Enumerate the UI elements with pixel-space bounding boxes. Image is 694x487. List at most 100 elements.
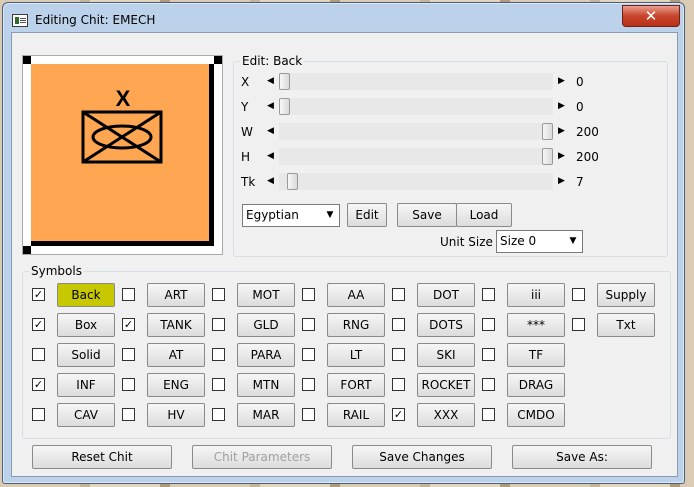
symbol-button-cmdo[interactable]: CMDO [507, 403, 565, 427]
symbol-button-rocket[interactable]: ROCKET [417, 373, 475, 397]
checkbox-aa[interactable] [302, 288, 315, 301]
checkbox-drag[interactable] [482, 378, 495, 391]
title-bar[interactable]: Editing Chit: EMECH ✕ [3, 3, 684, 35]
arrow-left-icon[interactable]: ◀ [262, 73, 279, 90]
checkbox-iii[interactable] [482, 288, 495, 301]
chit-preview: X [22, 55, 223, 255]
symbol-button-para[interactable]: PARA [237, 343, 295, 367]
checkbox-eng[interactable] [122, 378, 135, 391]
slider-y[interactable]: ◀ ▶ [262, 98, 570, 115]
checkbox-tank[interactable]: ✓ [122, 318, 135, 331]
checkbox-mar[interactable] [212, 408, 225, 421]
arrow-right-icon[interactable]: ▶ [553, 148, 570, 165]
checkbox-gld[interactable] [212, 318, 225, 331]
symbol-button-drag[interactable]: DRAG [507, 373, 565, 397]
arrow-left-icon[interactable]: ◀ [262, 98, 279, 115]
symbol-button-mtn[interactable]: MTN [237, 373, 295, 397]
symbol-button-mar[interactable]: MAR [237, 403, 295, 427]
symbol-button-txt[interactable]: Txt [597, 313, 655, 337]
arrow-right-icon[interactable]: ▶ [553, 98, 570, 115]
slider-h[interactable]: ◀ ▶ [262, 148, 570, 165]
reset-chit-button[interactable]: Reset Chit [32, 445, 172, 469]
checkbox-tf[interactable] [482, 348, 495, 361]
checkbox-solid[interactable] [32, 348, 45, 361]
slider-w[interactable]: ◀ ▶ [262, 123, 570, 140]
slider-label-w: W [241, 125, 253, 139]
slider-x[interactable]: ◀ ▶ [262, 73, 570, 90]
symbol-button-dots[interactable]: DOTS [417, 313, 475, 337]
symbol-button-rng[interactable]: RNG [327, 313, 385, 337]
nationality-value: Egyptian [246, 208, 299, 222]
symbol-button-gld[interactable]: GLD [237, 313, 295, 337]
symbol-button-back[interactable]: Back [57, 283, 115, 307]
symbol-button-supply[interactable]: Supply [597, 283, 655, 307]
slider-tk[interactable]: ◀ ▶ [262, 173, 570, 190]
checkbox-para[interactable] [212, 348, 225, 361]
checkbox-***[interactable] [482, 318, 495, 331]
symbol-button-art[interactable]: ART [147, 283, 205, 307]
symbol-button-rail[interactable]: RAIL [327, 403, 385, 427]
slider-thumb[interactable] [542, 148, 553, 165]
checkbox-rocket[interactable] [392, 378, 405, 391]
symbol-button-at[interactable]: AT [147, 343, 205, 367]
symbol-button-lt[interactable]: LT [327, 343, 385, 367]
symbol-button-solid[interactable]: Solid [57, 343, 115, 367]
checkbox-lt[interactable] [302, 348, 315, 361]
chit-parameters-button[interactable]: Chit Parameters [192, 445, 332, 469]
arrow-left-icon[interactable]: ◀ [262, 123, 279, 140]
symbol-button-dot[interactable]: DOT [417, 283, 475, 307]
symbol-button-tank[interactable]: TANK [147, 313, 205, 337]
checkbox-rng[interactable] [302, 318, 315, 331]
checkbox-hv[interactable] [122, 408, 135, 421]
checkbox-inf[interactable]: ✓ [32, 378, 45, 391]
slider-thumb[interactable] [287, 173, 298, 190]
checkbox-cav[interactable] [32, 408, 45, 421]
checkbox-ski[interactable] [392, 348, 405, 361]
save-as-button[interactable]: Save As: [512, 445, 652, 469]
checkbox-xxx[interactable]: ✓ [392, 408, 405, 421]
arrow-right-icon[interactable]: ▶ [553, 123, 570, 140]
symbol-button-iii[interactable]: iii [507, 283, 565, 307]
arrow-right-icon[interactable]: ▶ [553, 73, 570, 90]
checkbox-art[interactable] [122, 288, 135, 301]
checkbox-rail[interactable] [302, 408, 315, 421]
save-button[interactable]: Save [397, 203, 457, 227]
slider-thumb[interactable] [279, 98, 290, 115]
symbol-button-inf[interactable]: INF [57, 373, 115, 397]
close-button[interactable]: ✕ [622, 5, 680, 27]
checkbox-dots[interactable] [392, 318, 405, 331]
symbol-button-hv[interactable]: HV [147, 403, 205, 427]
symbol-button-cav[interactable]: CAV [57, 403, 115, 427]
checkbox-supply[interactable] [572, 288, 585, 301]
checkbox-box[interactable]: ✓ [32, 318, 45, 331]
checkbox-fort[interactable] [302, 378, 315, 391]
edit-button[interactable]: Edit [347, 203, 387, 227]
symbol-button-ski[interactable]: SKI [417, 343, 475, 367]
symbol-button-box[interactable]: Box [57, 313, 115, 337]
symbol-button-eng[interactable]: ENG [147, 373, 205, 397]
arrow-left-icon[interactable]: ◀ [262, 148, 279, 165]
checkbox-at[interactable] [122, 348, 135, 361]
symbol-button-xxx[interactable]: *** [507, 313, 565, 337]
nationality-select[interactable]: Egyptian ▼ [242, 204, 340, 227]
checkbox-back[interactable]: ✓ [32, 288, 45, 301]
symbol-button-mot[interactable]: MOT [237, 283, 295, 307]
checkbox-dot[interactable] [392, 288, 405, 301]
checkbox-mot[interactable] [212, 288, 225, 301]
symbol-button-aa[interactable]: AA [327, 283, 385, 307]
save-changes-button[interactable]: Save Changes [352, 445, 492, 469]
symbol-button-fort[interactable]: FORT [327, 373, 385, 397]
unit-size-select[interactable]: Size 0 ▼ [496, 230, 583, 253]
checkbox-txt[interactable] [572, 318, 585, 331]
slider-thumb[interactable] [279, 73, 290, 90]
arrow-left-icon[interactable]: ◀ [262, 173, 279, 190]
checkbox-mtn[interactable] [212, 378, 225, 391]
corner-mark [23, 56, 31, 64]
arrow-right-icon[interactable]: ▶ [553, 173, 570, 190]
load-button[interactable]: Load [456, 203, 512, 227]
checkbox-cmdo[interactable] [482, 408, 495, 421]
symbol-button-tf[interactable]: TF [507, 343, 565, 367]
slider-thumb[interactable] [542, 123, 553, 140]
symbol-button-xxx[interactable]: XXX [417, 403, 475, 427]
slider-label-x: X [241, 75, 250, 89]
